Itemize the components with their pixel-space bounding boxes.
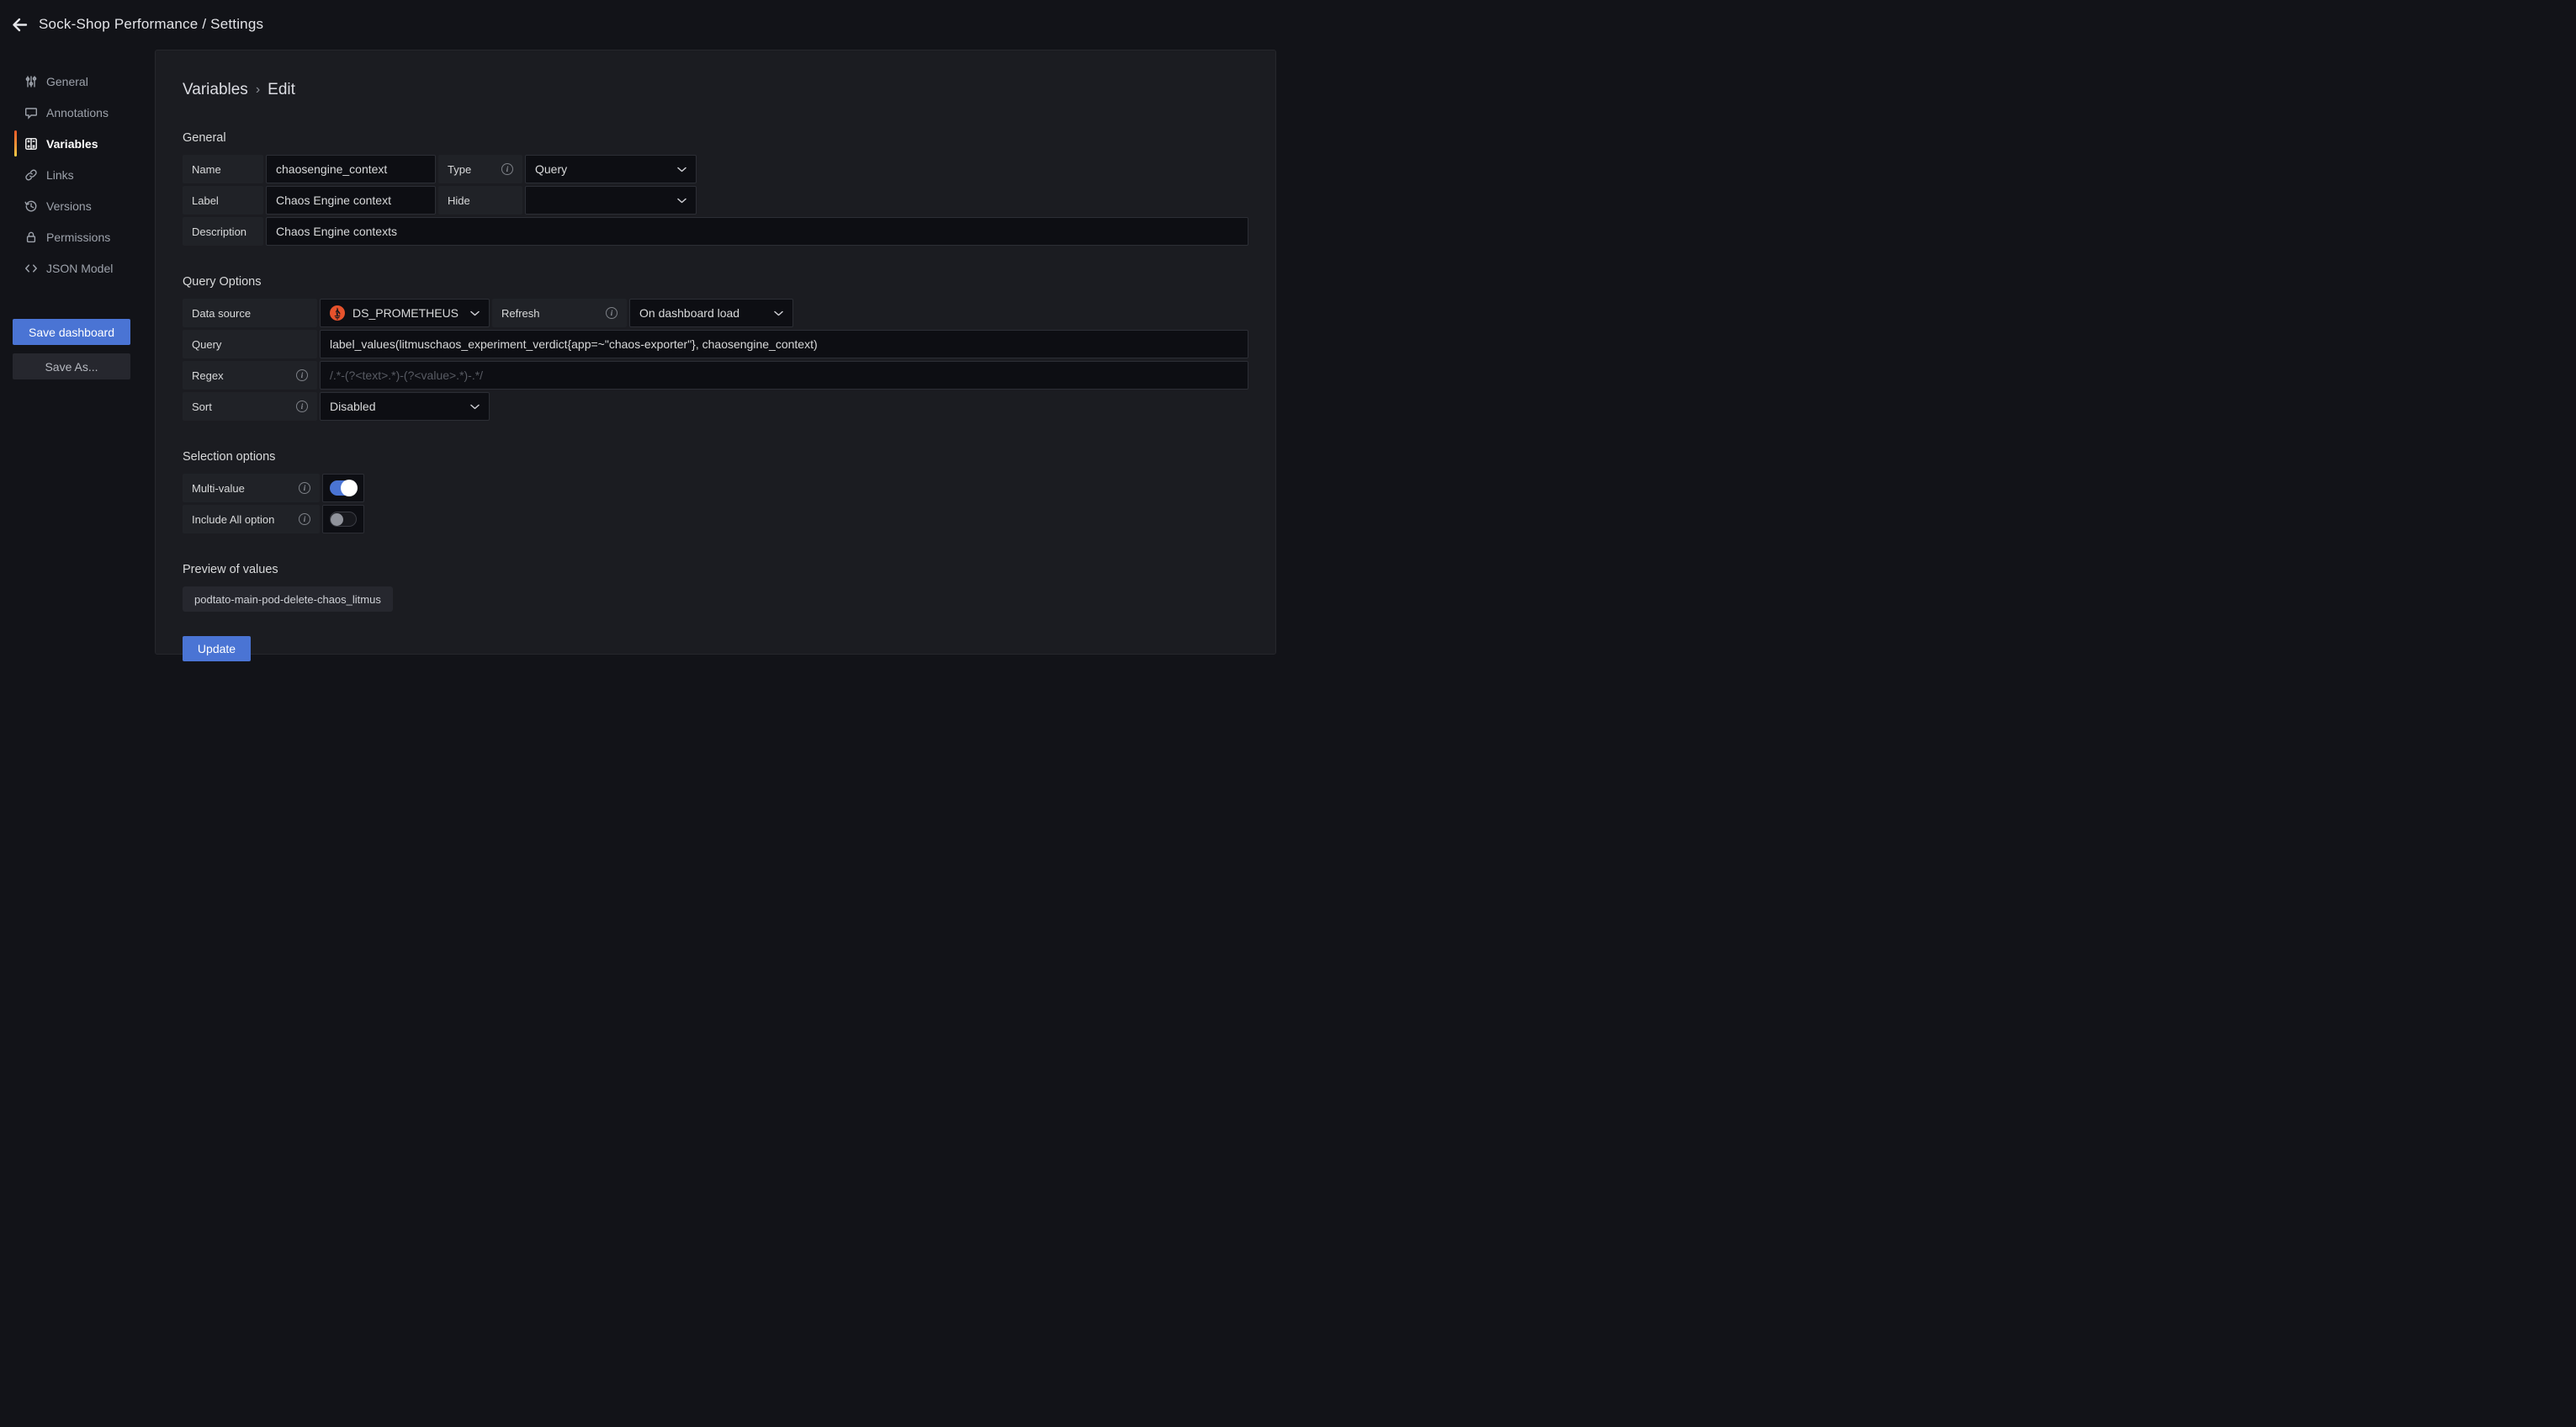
info-icon[interactable]: i xyxy=(296,401,308,412)
sidebar-item-label: Permissions xyxy=(46,231,110,244)
sidebar-item-links[interactable]: Links xyxy=(0,159,155,190)
history-icon xyxy=(24,199,38,213)
info-icon[interactable]: i xyxy=(296,369,308,381)
sidebar-item-general[interactable]: General xyxy=(0,66,155,97)
toggle-knob xyxy=(331,513,343,526)
breadcrumb: Variables › Edit xyxy=(183,81,1248,99)
code-icon xyxy=(24,262,38,275)
multi-value-label: Multi-value i xyxy=(183,474,320,502)
toggle-track xyxy=(330,512,357,527)
regex-input[interactable] xyxy=(320,361,1248,390)
sidebar-item-variables[interactable]: Variables xyxy=(0,128,155,159)
sidebar-item-label: Versions xyxy=(46,199,92,213)
refresh-select[interactable]: On dashboard load xyxy=(629,299,793,327)
data-source-label: Data source xyxy=(183,299,317,327)
preview-heading: Preview of values xyxy=(183,563,1248,576)
data-source-select[interactable]: DS_PROMETHEUS xyxy=(320,299,490,327)
lock-icon xyxy=(24,231,38,244)
info-icon[interactable]: i xyxy=(299,513,310,525)
save-as-button[interactable]: Save As... xyxy=(13,353,130,379)
type-label: Type i xyxy=(438,155,522,183)
general-section-heading: General xyxy=(183,131,1248,145)
name-type-row: Name Type i Query xyxy=(183,155,1248,183)
sort-row: Sort i Disabled xyxy=(183,392,1248,421)
query-input[interactable] xyxy=(320,330,1248,358)
top-bar: Sock-Shop Performance / Settings xyxy=(0,0,1288,49)
name-label: Name xyxy=(183,155,263,183)
info-icon[interactable]: i xyxy=(501,163,513,175)
sort-select[interactable]: Disabled xyxy=(320,392,490,421)
multi-value-row: Multi-value i xyxy=(183,474,1248,502)
data-source-row: Data source DS_PROMETHEUS Refresh i On d… xyxy=(183,299,1248,327)
include-all-label: Include All option i xyxy=(183,505,320,533)
label-label: Label xyxy=(183,186,263,215)
chevron-down-icon xyxy=(677,167,686,172)
chevron-down-icon xyxy=(470,404,480,410)
breadcrumb-page: Edit xyxy=(268,81,295,99)
toggle-track xyxy=(330,480,357,496)
refresh-label: Refresh i xyxy=(492,299,627,327)
regex-label: Regex i xyxy=(183,361,317,390)
sidebar-item-json-model[interactable]: JSON Model xyxy=(0,252,155,284)
breadcrumb-section[interactable]: Variables xyxy=(183,81,248,99)
hide-label: Hide xyxy=(438,186,522,215)
sidebar-item-label: Links xyxy=(46,168,74,182)
chevron-down-icon xyxy=(470,310,480,316)
hide-select[interactable] xyxy=(525,186,697,215)
sidebar-item-versions[interactable]: Versions xyxy=(0,190,155,221)
info-icon[interactable]: i xyxy=(606,307,617,319)
sidebar-item-label: JSON Model xyxy=(46,262,113,275)
sidebar-item-label: Annotations xyxy=(46,106,109,119)
label-hide-row: Label Hide xyxy=(183,186,1248,215)
chevron-down-icon xyxy=(774,310,783,316)
link-icon xyxy=(24,168,38,182)
comment-icon xyxy=(24,106,38,119)
description-label: Description xyxy=(183,217,263,246)
save-dashboard-button[interactable]: Save dashboard xyxy=(13,319,130,345)
back-button[interactable] xyxy=(0,0,39,49)
name-input[interactable] xyxy=(266,155,436,183)
breadcrumb-separator: › xyxy=(256,82,260,98)
sort-label: Sort i xyxy=(183,392,317,421)
settings-sidebar: General Annotations xyxy=(0,49,155,714)
chevron-down-icon xyxy=(677,198,686,204)
arrow-left-icon xyxy=(11,16,29,34)
sidebar-item-label: General xyxy=(46,75,88,88)
query-row: Query xyxy=(183,330,1248,358)
multi-value-toggle[interactable] xyxy=(322,474,364,502)
query-options-heading: Query Options xyxy=(183,275,1248,289)
sidebar-item-annotations[interactable]: Annotations xyxy=(0,97,155,128)
preview-value-chip: podtato-main-pod-delete-chaos_litmus xyxy=(183,586,393,612)
include-all-row: Include All option i xyxy=(183,505,1248,533)
include-all-toggle[interactable] xyxy=(322,505,364,533)
toggle-knob xyxy=(341,480,358,496)
sidebar-item-label: Variables xyxy=(46,137,98,151)
active-indicator xyxy=(14,130,17,156)
update-button[interactable]: Update xyxy=(183,636,251,661)
page-title: Sock-Shop Performance / Settings xyxy=(39,16,263,33)
sidebar-item-permissions[interactable]: Permissions xyxy=(0,221,155,252)
type-select[interactable]: Query xyxy=(525,155,697,183)
preview-values: podtato-main-pod-delete-chaos_litmus xyxy=(183,586,1248,612)
description-input[interactable] xyxy=(266,217,1248,246)
variables-edit-panel: Variables › Edit General Name Type i Que… xyxy=(155,50,1276,655)
calculator-icon xyxy=(24,137,38,151)
label-input[interactable] xyxy=(266,186,436,215)
info-icon[interactable]: i xyxy=(299,482,310,494)
description-row: Description xyxy=(183,217,1248,246)
selection-options-heading: Selection options xyxy=(183,450,1248,464)
regex-row: Regex i xyxy=(183,361,1248,390)
sliders-icon xyxy=(24,75,38,88)
prometheus-icon xyxy=(330,305,345,321)
query-label: Query xyxy=(183,330,317,358)
